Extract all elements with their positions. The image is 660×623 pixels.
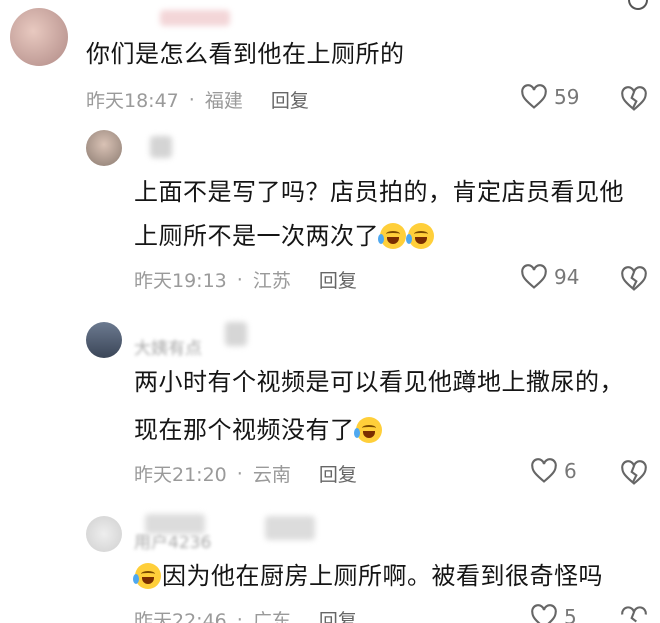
heart-outline-icon [521, 84, 547, 109]
heart-outline-icon [531, 604, 557, 623]
meta-separator: · [236, 268, 243, 291]
nickname-blurred [265, 516, 315, 540]
laughing-crying-emoji-icon [406, 223, 434, 249]
nickname-blurred [160, 10, 230, 26]
reply-button[interactable]: 回复 [319, 606, 357, 623]
avatar[interactable] [86, 516, 122, 552]
comment-text: 你们是怎么看到他在上厕所的 [86, 40, 405, 68]
comment-time: 昨天19:13 [134, 270, 227, 292]
comment-text-line1: 因为他在厨房上厕所啊。被看到很奇怪吗 [133, 550, 603, 602]
comment-meta: 昨天18:47 · 福建 回复 [86, 86, 309, 113]
heart-outline-icon [521, 264, 547, 289]
broken-heart-icon[interactable] [620, 460, 648, 486]
avatar[interactable] [86, 130, 122, 166]
comment-text-line2: 上厕所不是一次两次了 [134, 210, 435, 262]
comment-text: 上厕所不是一次两次了 [134, 222, 379, 250]
comment-meta: 昨天21:20 · 云南 回复 [134, 460, 357, 487]
comment-text: 现在那个视频没有了 [134, 416, 355, 444]
comment-location: 福建 [204, 90, 243, 112]
broken-heart-icon[interactable] [620, 266, 648, 292]
like-button[interactable]: 5 [530, 604, 577, 623]
avatar[interactable] [10, 8, 68, 66]
nickname-blurred [225, 322, 247, 346]
like-count: 6 [564, 459, 577, 483]
like-button[interactable]: 94 [520, 264, 579, 290]
laughing-crying-emoji-icon [378, 223, 406, 249]
comment-location: 广东 [252, 610, 291, 623]
comment-text: 因为他在厨房上厕所啊。被看到很奇怪吗 [162, 562, 603, 590]
nickname-blurred [145, 514, 205, 534]
comment-meta: 昨天19:13 · 江苏 回复 [134, 266, 357, 293]
reply-button[interactable]: 回复 [271, 86, 309, 113]
reply-button[interactable]: 回复 [319, 460, 357, 487]
like-button[interactable]: 59 [520, 84, 579, 110]
comment-time: 昨天22:46 [134, 610, 227, 623]
nickname-blurred [150, 136, 172, 158]
like-count: 59 [554, 85, 580, 109]
heart-outline-icon [531, 458, 557, 483]
like-count: 94 [554, 265, 580, 289]
partial-icon-top-right [628, 0, 648, 10]
comment-text-line1: 两小时有个视频是可以看见他蹲地上撒尿的， [134, 368, 624, 396]
reply-button[interactable]: 回复 [319, 266, 357, 293]
comment-location: 江苏 [252, 270, 291, 292]
meta-separator: · [236, 608, 243, 623]
comment-meta: 昨天22:46 · 广东 回复 [134, 606, 357, 623]
avatar[interactable] [86, 322, 122, 358]
comment-location: 云南 [252, 464, 291, 486]
like-count: 5 [564, 605, 577, 623]
like-button[interactable]: 6 [530, 458, 577, 484]
meta-separator: · [236, 462, 243, 485]
meta-separator: · [188, 88, 195, 111]
comment-text-line2: 现在那个视频没有了 [134, 404, 383, 456]
broken-heart-icon[interactable] [620, 86, 648, 112]
broken-heart-icon[interactable] [620, 606, 648, 623]
comment-time: 昨天21:20 [134, 464, 227, 486]
comment-time: 昨天18:47 [86, 90, 179, 112]
laughing-crying-emoji-icon [353, 417, 382, 443]
laughing-crying-emoji-icon [133, 563, 161, 589]
